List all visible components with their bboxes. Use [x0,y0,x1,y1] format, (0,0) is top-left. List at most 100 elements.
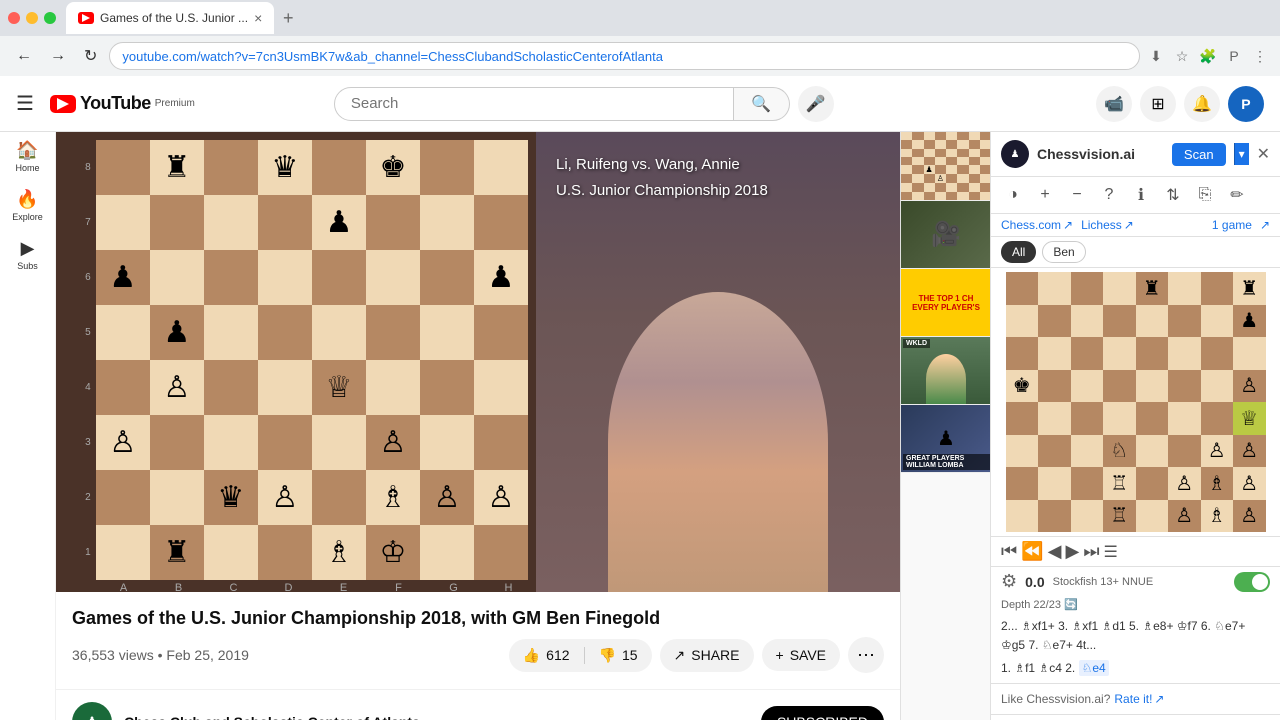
cv-tool-copy[interactable]: ⎘ [1193,183,1217,207]
cv-b7 [1038,305,1071,338]
more-options-icon[interactable]: ⋮ [1250,46,1270,66]
cv-controls-more-button[interactable]: ☰ [1104,542,1118,562]
profile-icon[interactable]: P [1224,46,1244,66]
cv-prev-button[interactable]: ⏪ [1021,541,1043,562]
thumbs-up-icon: 👍 [523,647,540,664]
file-d: D [261,582,316,594]
square-e3 [312,415,366,470]
square-f5 [366,305,420,360]
back-button[interactable]: ← [10,43,38,69]
sidebar-home[interactable]: 🏠 Home [15,140,39,173]
square-a7 [96,195,150,250]
cv-c8 [1071,272,1104,305]
cv-step-forward-button[interactable]: ▶ [1065,541,1079,562]
chess-com-label: Chess.com [1001,218,1061,232]
cv-d8 [1103,272,1136,305]
notifications-icon[interactable]: 🔔 [1184,86,1220,122]
rec-thumb-4-label: WKLD [903,339,930,348]
cv-depth-icon: 🔄 [1064,599,1078,611]
refresh-button[interactable]: ↻ [78,42,103,70]
chess-com-link[interactable]: Chess.com ↗ [1001,218,1073,232]
active-tab[interactable]: Games of the U.S. Junior ... × [66,2,274,34]
more-actions-button[interactable]: ⋯ [848,637,884,673]
square-g3 [420,415,474,470]
search-input[interactable] [334,87,734,121]
close-dot[interactable] [8,12,20,24]
games-count[interactable]: 1 game [1212,218,1252,232]
rec-thumb-4[interactable]: WKLD [901,337,990,405]
search-button[interactable]: 🔍 [734,87,790,121]
rank-3: 3 [82,437,94,448]
cv-skip-start-button[interactable]: ⏮ [1001,541,1017,562]
cv-skip-end-button[interactable]: ⏭ [1083,541,1099,562]
cv-tool-plus[interactable]: + [1033,183,1057,207]
share-label: SHARE [691,647,739,663]
cv-a6 [1006,337,1039,370]
home-icon: 🏠 [16,140,38,161]
upload-icon[interactable]: 📹 [1096,86,1132,122]
square-f6 [366,250,420,305]
like-button[interactable]: 👍 612 [509,639,584,672]
share-button[interactable]: ↗ SHARE [660,639,754,672]
dislike-button[interactable]: 👎 15 [585,639,652,672]
lichess-link[interactable]: Lichess ↗ [1081,218,1134,232]
bookmark-icon[interactable]: ☆ [1172,46,1192,66]
cv-title-text: Chessvision.ai [1037,146,1164,162]
cv-rate-link[interactable]: Rate it! ↗ [1114,692,1164,706]
cv-tool-flip[interactable]: ⇅ [1161,183,1185,207]
cv-c7 [1071,305,1104,338]
cv-step-back-button[interactable]: ◀ [1048,541,1062,562]
filter-tab-all[interactable]: All [1001,241,1036,263]
video-player[interactable]: 8 7 6 5 4 3 2 1 ♜ [56,132,900,592]
new-tab-button[interactable]: + [274,4,302,32]
sidebar-explore[interactable]: 🔥 Explore [12,189,43,222]
rec-video-item-1[interactable]: ♟ 48:41 The Greek Gift 38K views • 1 yea… [991,715,1280,720]
cv-g6 [1201,337,1234,370]
cv-b5 [1038,370,1071,403]
filter-tab-ben[interactable]: Ben [1042,241,1085,263]
rec-chess-thumb-1: ♟ ♙ [901,132,990,200]
square-d6 [258,250,312,305]
rank-8: 8 [82,162,94,173]
cv-scan-dropdown-button[interactable]: ▾ [1234,143,1249,165]
rec-thumb-3[interactable]: THE TOP 1 CH EVERY PLAYER'S [901,269,990,337]
menu-button[interactable]: ☰ [16,91,34,116]
square-g1 [420,525,474,580]
cv-rate-label: Rate it! [1114,692,1152,706]
cv-scan-button[interactable]: Scan [1172,143,1226,166]
square-b1: ♜ [150,525,204,580]
cv-a2 [1006,467,1039,500]
channel-name[interactable]: Chess Club and Scholastic Center of Atla… [124,714,420,720]
youtube-logo[interactable]: YouTube Premium [50,93,195,114]
cv-tool-toggle[interactable]: ◑ [1001,183,1025,207]
cv-engine-toggle-switch[interactable] [1234,572,1270,592]
rec-thumb-5[interactable]: ♟ GREAT PLAYERS WILLIAM LOMBA [901,405,990,473]
cv-tool-help[interactable]: ? [1097,183,1121,207]
rec-thumb-2[interactable]: 🎥 [901,201,990,269]
cv-tool-edit[interactable]: ✏ [1225,183,1249,207]
file-g: G [426,582,481,594]
cv-highlighted-move[interactable]: ♘e4 [1079,660,1109,676]
tab-close-button[interactable]: × [254,10,262,26]
cv-close-button[interactable]: ✕ [1257,144,1270,164]
cv-b4 [1038,402,1071,435]
explore-icon: 🔥 [16,189,38,210]
minimize-dot[interactable] [26,12,38,24]
sidebar-subs[interactable]: ▶ Subs [17,238,38,271]
voice-search-button[interactable]: 🎤 [798,86,834,122]
cv-footer-text: Like Chessvision.ai? [1001,692,1110,706]
cv-moves-line1: 2... ♗xf1+ 3. ♗xf1 ♗d1 5. ♗e8+ ♔f7 6. ♘e… [1001,617,1270,655]
download-icon[interactable]: ⬇ [1146,46,1166,66]
rec-thumb-1[interactable]: ♟ ♙ [901,132,990,201]
save-button[interactable]: + SAVE [762,639,841,671]
profile-avatar[interactable]: P [1228,86,1264,122]
subscribe-button[interactable]: SUBSCRIBED [761,706,884,720]
maximize-dot[interactable] [44,12,56,24]
channel-avatar[interactable]: ♟ [72,702,112,720]
apps-icon[interactable]: ⊞ [1140,86,1176,122]
extensions-icon[interactable]: 🧩 [1198,46,1218,66]
address-bar[interactable]: youtube.com/watch?v=7cn3UsmBK7w&ab_chann… [109,42,1140,70]
cv-tool-info[interactable]: ℹ [1129,183,1153,207]
cv-tool-minus[interactable]: − [1065,183,1089,207]
forward-button[interactable]: → [44,43,72,69]
